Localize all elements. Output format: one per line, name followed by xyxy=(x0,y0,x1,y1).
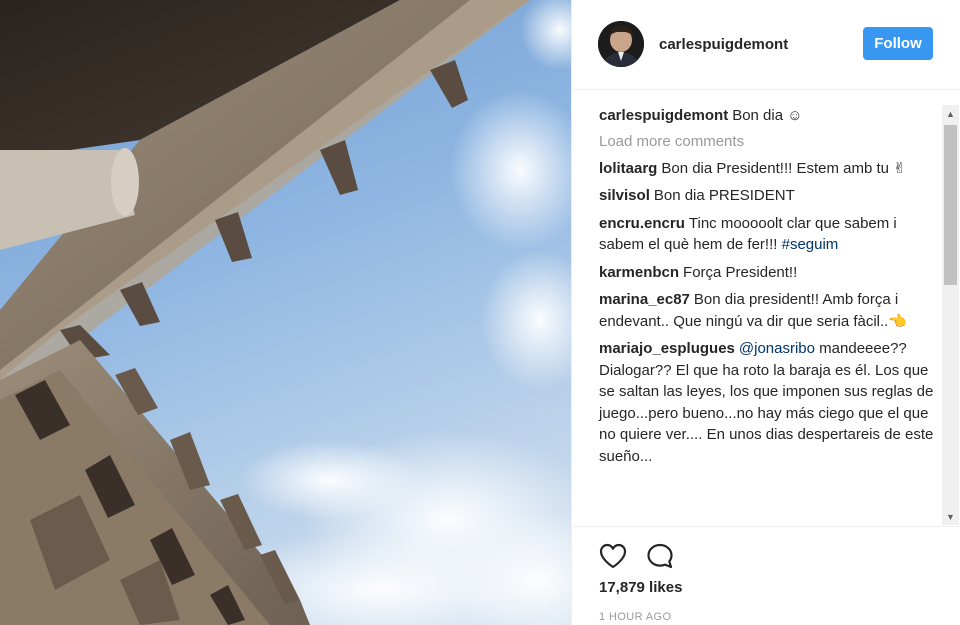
comment-username[interactable]: marina_ec87 xyxy=(599,291,690,308)
scroll-down-arrow-icon[interactable]: ▼ xyxy=(942,508,959,525)
post-actions: 17,879 likes 1 HOUR AGO xyxy=(572,526,960,625)
likes-count[interactable]: 17,879 likes xyxy=(599,579,682,596)
comment-item: karmenbcn Força President!! xyxy=(599,262,939,284)
follow-button[interactable]: Follow xyxy=(863,27,933,60)
caption-text: Bon dia ☺ xyxy=(732,107,803,124)
avatar-image xyxy=(598,21,644,67)
comment-text: Bon dia PRESIDENT xyxy=(653,187,795,204)
post-timestamp: 1 HOUR AGO xyxy=(599,611,672,623)
comment-item: lolitaarg Bon dia President!!! Estem amb … xyxy=(599,158,939,180)
username-link[interactable]: carlespuigdemont xyxy=(659,36,788,53)
caption: carlespuigdemont Bon dia ☺ xyxy=(599,105,939,127)
hashtag-link[interactable]: #seguim xyxy=(782,236,839,253)
post-details-panel: carlespuigdemont Follow carlespuigdemont… xyxy=(571,0,960,625)
mention-link[interactable]: @jonasribo xyxy=(739,340,815,357)
comments-list[interactable]: carlespuigdemont Bon dia ☺ Load more comm… xyxy=(572,91,960,525)
comment-item: mariajo_esplugues @jonasribo mandeeee?? D… xyxy=(599,338,939,467)
comment-text: Força President!! xyxy=(683,263,798,281)
heart-outline-icon[interactable] xyxy=(598,541,628,571)
comment-username[interactable]: karmenbcn xyxy=(599,264,679,281)
post-header: carlespuigdemont Follow xyxy=(572,0,960,90)
comment-item: silvisol Bon dia PRESIDENT xyxy=(599,185,939,207)
post-photo[interactable] xyxy=(0,0,571,625)
comment-username[interactable]: silvisol xyxy=(599,187,650,204)
comment-text: mandeeee?? Dialogar?? El que ha roto la … xyxy=(599,340,934,465)
scroll-up-arrow-icon[interactable]: ▲ xyxy=(942,105,959,122)
speech-bubble-icon[interactable] xyxy=(645,541,675,571)
load-more-comments-link[interactable]: Load more comments xyxy=(599,133,939,150)
comment-username[interactable]: lolitaarg xyxy=(599,160,657,177)
scrollbar-thumb[interactable] xyxy=(944,125,957,285)
avatar[interactable] xyxy=(598,21,644,67)
comment-text: Bon dia President!!! Estem amb tu ✌ xyxy=(661,159,906,177)
comment-username[interactable]: mariajo_esplugues xyxy=(599,340,735,357)
caption-username[interactable]: carlespuigdemont xyxy=(599,107,728,124)
comment-item: marina_ec87 Bon dia president!! Amb força… xyxy=(599,289,939,332)
comment-username[interactable]: encru.encru xyxy=(599,215,685,232)
comments-scrollbar[interactable]: ▲ ▼ xyxy=(942,105,959,525)
photo-scene xyxy=(0,0,571,625)
comment-item: encru.encru Tinc mooooolt clar que sabem … xyxy=(599,213,939,256)
